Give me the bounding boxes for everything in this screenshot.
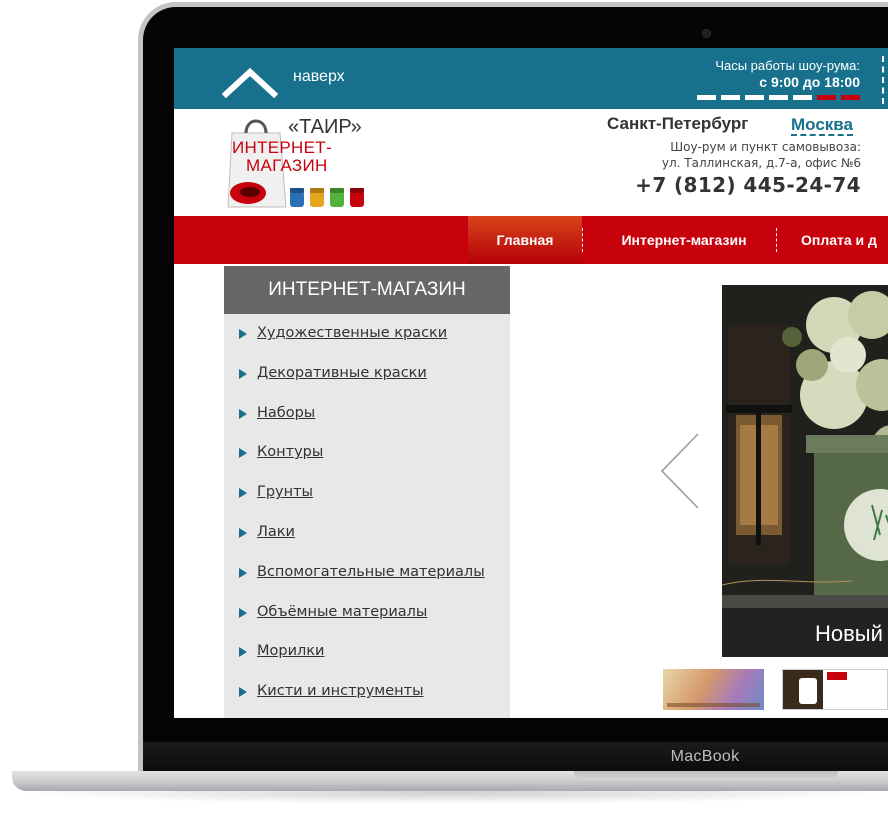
catalog-item-link[interactable]: Художественные краски bbox=[257, 325, 447, 341]
catalog-item[interactable]: Контуры bbox=[224, 433, 510, 473]
catalog-item-link[interactable]: Морилки bbox=[257, 643, 324, 659]
city-current: Санкт-Петербург bbox=[607, 114, 749, 133]
bullet-arrow-icon bbox=[239, 408, 247, 419]
nav-item-home[interactable]: Главная bbox=[468, 216, 582, 264]
thumbnail-badge bbox=[827, 672, 847, 680]
chevron-up-icon[interactable] bbox=[222, 66, 278, 98]
site-header: «ТАИР» ИНТЕРНЕТ- МАГАЗИН Санкт-Петербург… bbox=[174, 109, 888, 216]
weekday-open-indicator bbox=[745, 95, 764, 100]
showroom-label: Шоу-рум и пункт самовывоза: bbox=[670, 140, 861, 154]
topbar-divider bbox=[882, 56, 884, 104]
weekday-open-indicator bbox=[793, 95, 812, 100]
hours-title: Часы работы шоу-рума: bbox=[715, 58, 860, 73]
thumbnail-product-bottle bbox=[799, 678, 817, 704]
logo-brand-name: «ТАИР» bbox=[288, 116, 362, 138]
laptop-brand: MacBook bbox=[670, 748, 740, 765]
weekday-open-indicator bbox=[769, 95, 788, 100]
nav-item-shop[interactable]: Интернет-магазин bbox=[594, 216, 774, 264]
website-screen: наверх Часы работы шоу-рума: с 9:00 до 1… bbox=[174, 48, 888, 718]
catalog-item-link[interactable]: Декоративные краски bbox=[257, 365, 427, 381]
catalog-item[interactable]: Объёмные материалы bbox=[224, 593, 510, 633]
catalog-item[interactable]: Декоративные краски bbox=[224, 354, 510, 394]
logo-text-line-1: ИНТЕРНЕТ- bbox=[232, 138, 332, 157]
main-nav: Главная Интернет-магазин Оплата и д bbox=[174, 216, 888, 264]
catalog-item[interactable]: Грунты bbox=[224, 473, 510, 513]
weekday-open-indicator bbox=[721, 95, 740, 100]
city-switch-link[interactable]: Москва bbox=[791, 115, 853, 136]
slider-thumbnail[interactable] bbox=[782, 669, 888, 710]
nav-divider bbox=[582, 228, 583, 252]
catalog-item[interactable]: Вспомогательные материалы bbox=[224, 553, 510, 593]
top-bar: наверх Часы работы шоу-рума: с 9:00 до 1… bbox=[174, 48, 888, 109]
bullet-arrow-icon bbox=[239, 368, 247, 379]
thumbnail-banner-strip bbox=[667, 703, 760, 707]
logo-text-line-2: МАГАЗИН bbox=[246, 156, 328, 175]
catalog-item-link[interactable]: Объёмные материалы bbox=[257, 604, 427, 620]
catalog-item-link[interactable]: Лаки bbox=[257, 524, 295, 540]
chevron-left-icon[interactable] bbox=[658, 432, 702, 510]
catalog-item[interactable]: Наборы bbox=[224, 394, 510, 434]
hours-time: с 9:00 до 18:00 bbox=[759, 74, 860, 90]
catalog-item[interactable]: Кисти и инструменты bbox=[224, 672, 510, 712]
catalog-item-link[interactable]: Грунты bbox=[257, 484, 313, 500]
slider-caption: Новый bbox=[815, 621, 883, 646]
bullet-arrow-icon bbox=[239, 488, 247, 499]
back-to-top-link[interactable]: наверх bbox=[293, 68, 345, 86]
nav-item-payment[interactable]: Оплата и д bbox=[786, 216, 888, 264]
catalog-item-link[interactable]: Наборы bbox=[257, 405, 315, 421]
slider-caption-bar: Новый bbox=[722, 608, 888, 657]
catalog-item[interactable]: Лаки bbox=[224, 513, 510, 553]
catalog-item-link[interactable]: Контуры bbox=[257, 444, 323, 460]
weekend-closed-indicator bbox=[841, 95, 860, 100]
camera-icon bbox=[702, 29, 711, 38]
catalog-item-link[interactable]: Вспомогательные материалы bbox=[257, 564, 485, 580]
slider-image[interactable] bbox=[722, 285, 888, 657]
laptop-base-notch bbox=[574, 771, 838, 780]
catalog-item-link[interactable]: Кисти и инструменты bbox=[257, 683, 424, 699]
bullet-arrow-icon bbox=[239, 607, 247, 618]
catalog-list: Художественные краски Декоративные краск… bbox=[224, 314, 510, 712]
weekend-closed-indicator bbox=[817, 95, 836, 100]
catalog-item[interactable]: Морилки bbox=[224, 632, 510, 672]
bullet-arrow-icon bbox=[239, 647, 247, 658]
phone-number[interactable]: +7 (812) 445-24-74 bbox=[635, 173, 861, 197]
catalog-sidebar: ИНТЕРНЕТ-МАГАЗИН Художественные краски Д… bbox=[224, 266, 510, 718]
week-days-indicator bbox=[697, 95, 860, 100]
showroom-address: ул. Таллинская, д.7-а, офис №6 bbox=[661, 156, 861, 170]
bullet-arrow-icon bbox=[239, 567, 247, 578]
bullet-arrow-icon bbox=[239, 687, 247, 698]
laptop-hinge bbox=[143, 742, 888, 773]
showroom-hours: Часы работы шоу-рума: с 9:00 до 18:00 bbox=[715, 58, 860, 91]
weekday-open-indicator bbox=[697, 95, 716, 100]
bullet-arrow-icon bbox=[239, 329, 247, 339]
bullet-arrow-icon bbox=[239, 527, 247, 538]
catalog-item[interactable]: Художественные краски bbox=[224, 314, 510, 354]
slider-thumbnail[interactable] bbox=[663, 669, 764, 710]
sidebar-title: ИНТЕРНЕТ-МАГАЗИН bbox=[224, 266, 510, 314]
bullet-arrow-icon bbox=[239, 448, 247, 459]
nav-divider bbox=[776, 228, 777, 252]
